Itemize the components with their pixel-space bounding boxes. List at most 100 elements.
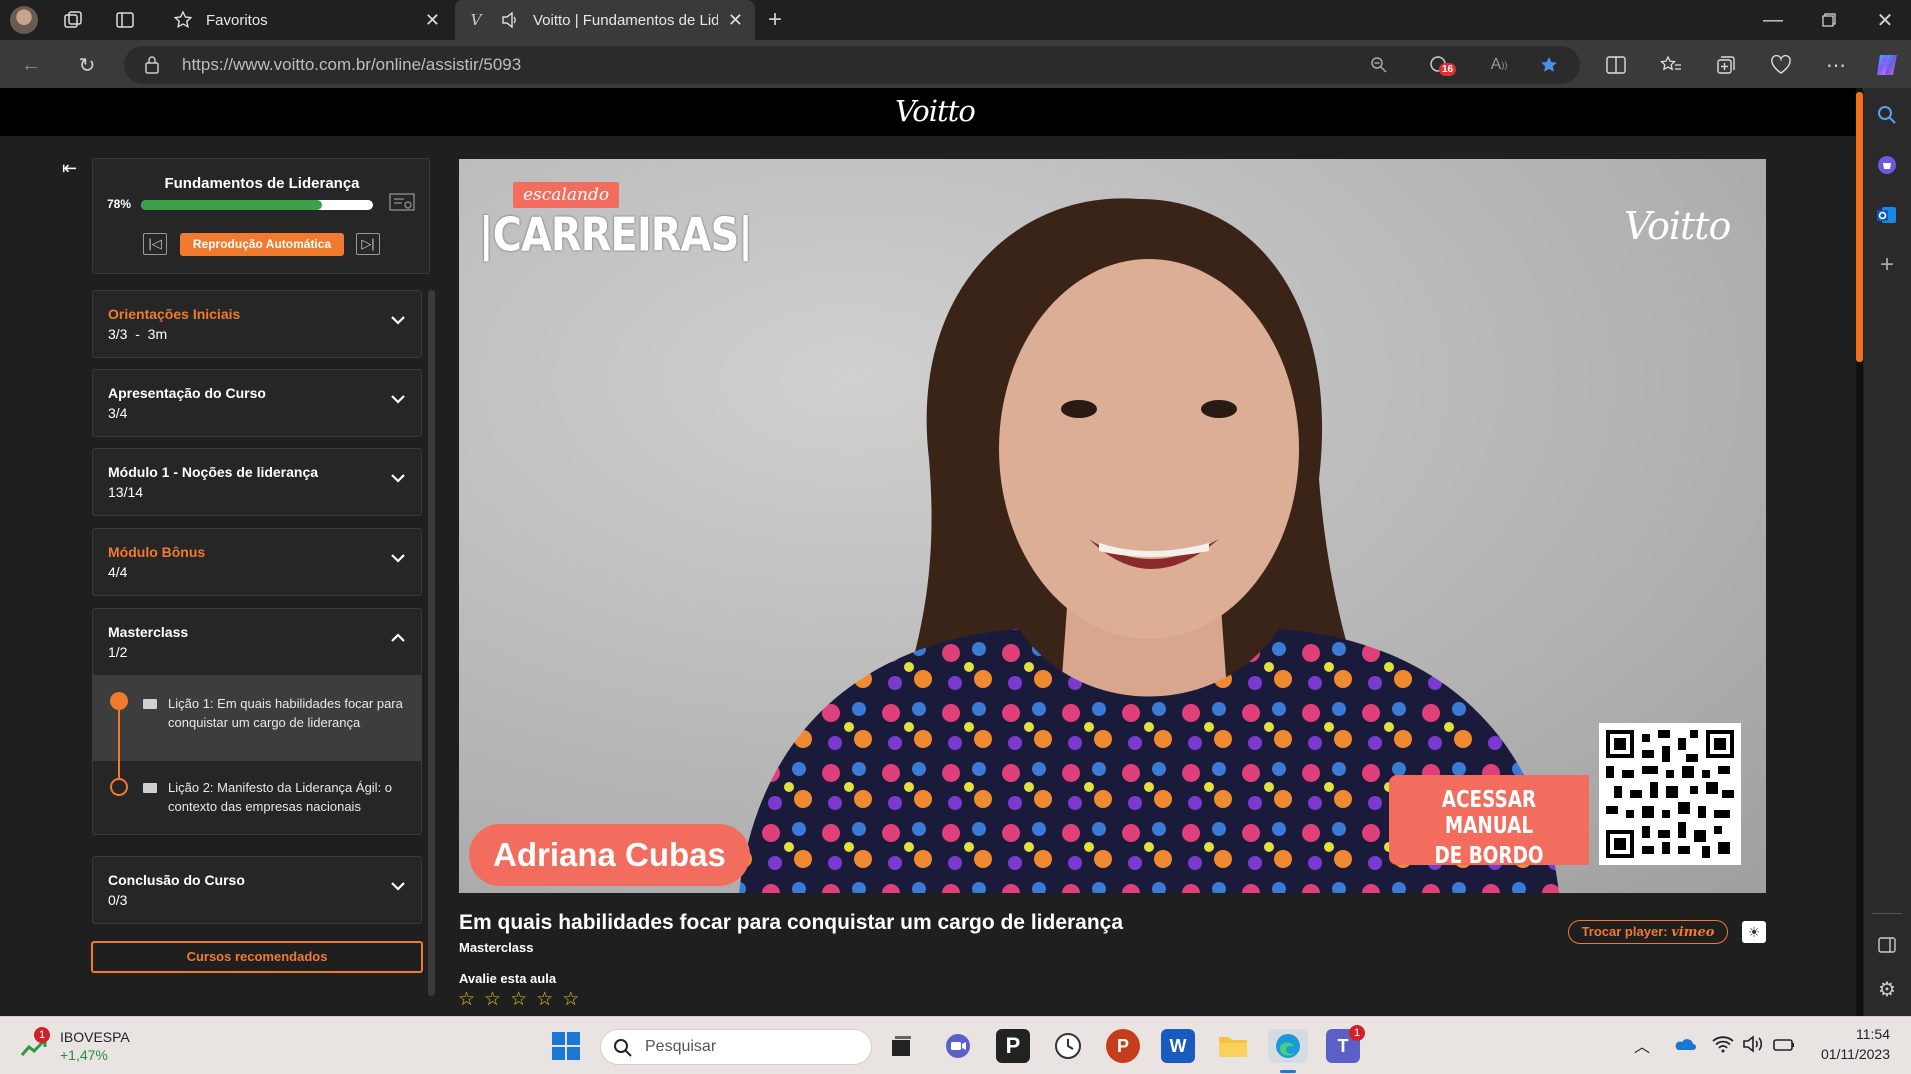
module-1-nocoes[interactable]: Módulo 1 - Noções de liderança 13/14 — [92, 448, 422, 516]
search-placeholder: Pesquisar — [645, 1038, 717, 1055]
lesson-item[interactable]: Lição 2: Manifesto da Liderança Ágil: o … — [93, 761, 421, 835]
volume-icon[interactable] — [1742, 1035, 1764, 1058]
tracking-prevention-icon[interactable]: 16 — [1424, 50, 1457, 80]
chevron-down-icon[interactable] — [389, 311, 407, 329]
video-player[interactable]: escalando |CARREIRAS| Voitto Adriana Cub… — [459, 159, 1766, 893]
star-5-icon[interactable]: ☆ — [562, 988, 579, 1011]
word-icon[interactable]: W — [1161, 1029, 1195, 1063]
theme-toggle-button[interactable]: ☀ — [1742, 921, 1766, 943]
search-box[interactable]: Pesquisar — [600, 1029, 872, 1065]
course-title: Fundamentos de Liderança — [164, 175, 360, 192]
back-icon[interactable]: ← — [16, 50, 46, 80]
speaker-icon[interactable] — [499, 9, 521, 31]
wifi-icon[interactable] — [1712, 1035, 1734, 1058]
stock-widget[interactable]: 1 IBOVESPA +1,47% — [18, 1027, 138, 1067]
module-orientacoes[interactable]: Orientações Iniciais 3/3 - 3m — [92, 290, 422, 358]
video-camera-icon — [143, 783, 157, 793]
refresh-icon[interactable]: ↻ — [72, 50, 102, 80]
module-conclusao[interactable]: Conclusão do Curso 0/3 — [92, 856, 422, 924]
battery-icon[interactable] — [1772, 1037, 1796, 1058]
edge-sidebar: + ⚙ — [1864, 88, 1911, 1016]
clock-time[interactable]: 11:54 — [1830, 1026, 1890, 1042]
outlook-icon[interactable] — [1872, 200, 1902, 230]
collections-icon[interactable] — [1711, 50, 1741, 80]
certificate-icon[interactable] — [389, 193, 415, 220]
switch-player-button[interactable]: Trocar player: vimeo — [1568, 920, 1728, 944]
next-lesson-button[interactable]: ▷| — [356, 233, 380, 255]
lesson-module-label: Masterclass — [459, 940, 534, 955]
workspaces-icon[interactable] — [58, 5, 88, 35]
tab-actions-icon[interactable] — [110, 5, 140, 35]
clock-app-icon[interactable] — [1051, 1029, 1085, 1063]
recommended-courses-button[interactable]: Cursos recomendados — [91, 941, 423, 973]
tab-voitto[interactable]: V Voitto | Fundamentos de Lid ✕ — [455, 0, 755, 40]
star-2-icon[interactable]: ☆ — [484, 988, 501, 1011]
player-name: vimeo — [1671, 925, 1715, 940]
tab-favoritos[interactable]: Favoritos ✕ — [162, 0, 452, 40]
autoplay-button[interactable]: Reprodução Automática — [180, 233, 344, 256]
module-count: 3/4 — [108, 405, 128, 421]
star-3-icon[interactable]: ☆ — [510, 988, 527, 1011]
module-bonus[interactable]: Módulo Bônus 4/4 — [92, 528, 422, 596]
pearson-app-icon[interactable]: P — [996, 1029, 1030, 1063]
module-apresentacao[interactable]: Apresentação do Curso 3/4 — [92, 369, 422, 437]
minimize-icon[interactable]: — — [1758, 5, 1788, 35]
chevron-up-icon[interactable] — [389, 629, 407, 647]
close-tab-icon[interactable]: ✕ — [425, 10, 440, 31]
favorite-star-icon[interactable] — [1534, 50, 1564, 80]
settings-gear-icon[interactable]: ⚙ — [1872, 974, 1902, 1004]
previous-lesson-button[interactable]: |◁ — [143, 233, 167, 255]
powerpoint-icon[interactable]: P — [1106, 1029, 1140, 1063]
sidebar-scrollbar[interactable] — [428, 290, 435, 996]
module-count: 0/3 — [108, 892, 128, 908]
lock-icon[interactable] — [144, 55, 160, 80]
split-screen-icon[interactable] — [1601, 50, 1631, 80]
star-4-icon[interactable]: ☆ — [536, 988, 553, 1011]
shopping-icon[interactable] — [1872, 150, 1902, 180]
badge: 16 — [1439, 63, 1457, 76]
close-window-icon[interactable]: ✕ — [1870, 5, 1900, 35]
clock-date[interactable]: 01/11/2023 — [1810, 1046, 1890, 1062]
voitto-logo[interactable]: Voitto — [895, 94, 976, 128]
star-1-icon[interactable]: ☆ — [458, 988, 475, 1011]
browser-essentials-icon[interactable] — [1766, 50, 1796, 80]
restore-icon[interactable] — [1814, 5, 1844, 35]
page-scrollbar-thumb[interactable] — [1856, 92, 1863, 362]
switch-player-label: Trocar player: — [1581, 924, 1668, 939]
chevron-down-icon[interactable] — [389, 549, 407, 567]
zoom-icon[interactable] — [1364, 50, 1394, 80]
hide-sidebar-icon[interactable] — [1872, 930, 1902, 960]
chevron-down-icon[interactable] — [389, 469, 407, 487]
task-view-icon[interactable] — [884, 1029, 918, 1063]
meet-now-icon[interactable] — [941, 1029, 975, 1063]
search-icon[interactable] — [1872, 100, 1902, 130]
module-masterclass[interactable]: Masterclass 1/2 — [92, 608, 422, 675]
read-aloud-icon[interactable]: A)) — [1484, 50, 1514, 80]
onedrive-icon[interactable] — [1672, 1035, 1696, 1056]
favorites-icon[interactable] — [1656, 50, 1686, 80]
profile-avatar[interactable] — [10, 6, 38, 34]
edge-active-indicator — [1280, 1070, 1296, 1073]
add-icon[interactable]: + — [1872, 250, 1902, 280]
lesson-item-active[interactable]: Lição 1: Em quais habilidades focar para… — [93, 675, 421, 780]
module-title: Orientações Iniciais — [108, 306, 241, 322]
file-explorer-icon[interactable] — [1216, 1029, 1250, 1063]
new-tab-icon[interactable]: + — [760, 5, 790, 35]
search-icon — [614, 1039, 632, 1057]
chevron-down-icon[interactable] — [389, 390, 407, 408]
series-tag: escalando — [513, 182, 620, 208]
more-options-icon[interactable]: ⋯ — [1821, 50, 1851, 80]
show-hidden-icons-icon[interactable]: ︿ — [1634, 1033, 1650, 1057]
teams-badge: 1 — [1349, 1025, 1365, 1041]
qr-code-icon — [1606, 730, 1734, 858]
collapse-sidebar-icon[interactable]: ⇤ — [62, 158, 77, 179]
course-header-card: Fundamentos de Liderança 78% |◁ Reproduç… — [92, 158, 430, 274]
start-button[interactable] — [551, 1031, 581, 1061]
address-bar[interactable]: https://www.voitto.com.br/online/assisti… — [124, 46, 1580, 84]
chevron-down-icon[interactable] — [389, 877, 407, 895]
qr-code[interactable] — [1599, 723, 1741, 865]
progress-fill — [141, 200, 322, 210]
close-tab-icon[interactable]: ✕ — [728, 10, 743, 31]
edge-browser-icon[interactable] — [1268, 1029, 1308, 1063]
copilot-icon[interactable] — [1872, 50, 1902, 80]
